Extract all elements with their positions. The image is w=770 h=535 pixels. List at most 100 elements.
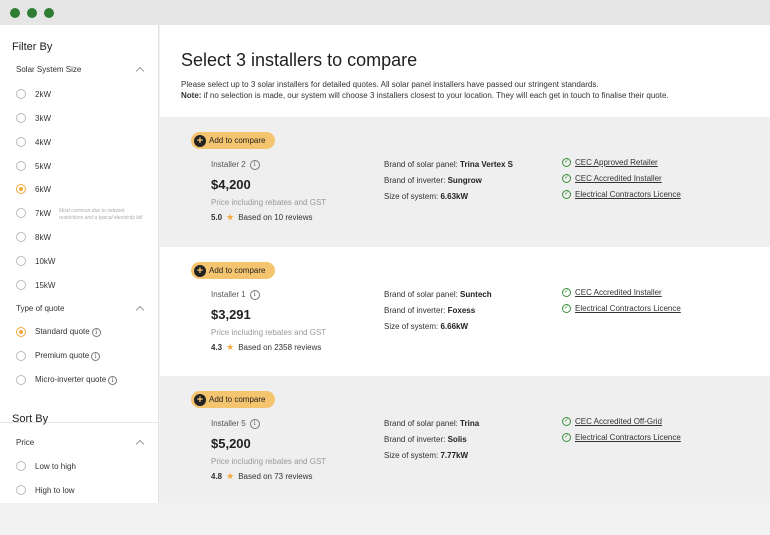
radio-icon[interactable] — [16, 461, 26, 471]
solar-size-hint: Most common due to network restrictions … — [59, 208, 143, 221]
spec-label: Brand of solar panel: — [384, 419, 461, 428]
radio-premium-quote[interactable]: Premium quote i — [16, 350, 101, 362]
cert-item[interactable]: ✓ Electrical Contractors Licence — [562, 304, 681, 313]
cert-item[interactable]: ✓ Electrical Contractors Licence — [562, 433, 681, 442]
radio-icon[interactable] — [16, 161, 26, 171]
radio-3kw[interactable]: 3kW — [16, 112, 51, 124]
add-to-compare-button[interactable]: + Add to compare — [191, 262, 275, 279]
radio-standard-quote[interactable]: Standard quote i — [16, 326, 101, 338]
cert-link[interactable]: CEC Approved Retailer — [575, 158, 658, 167]
check-circle-icon: ✓ — [562, 158, 571, 167]
info-icon[interactable]: i — [249, 290, 260, 300]
installer-name-text: Installer 2 — [211, 160, 246, 170]
info-icon[interactable]: i — [91, 327, 101, 337]
radio-5kw[interactable]: 5kW — [16, 160, 51, 172]
radio-8kw[interactable]: 8kW — [16, 231, 51, 243]
radio-icon[interactable] — [16, 208, 26, 218]
cert-link[interactable]: Electrical Contractors Licence — [575, 304, 681, 313]
chevron-up-icon[interactable] — [135, 66, 145, 76]
radio-icon[interactable] — [16, 280, 26, 290]
radio-icon[interactable] — [16, 485, 26, 495]
window-dot-icon[interactable] — [10, 8, 20, 18]
check-circle-icon: ✓ — [562, 190, 571, 199]
window-dot-icon[interactable] — [44, 8, 54, 18]
installer-name: Installer 1i — [211, 290, 260, 300]
radio-icon[interactable] — [16, 232, 26, 242]
spec-label: Brand of inverter: — [384, 176, 448, 185]
radio-6kw[interactable]: 6kW — [16, 183, 51, 195]
radio-icon[interactable] — [16, 256, 26, 266]
quote-type-heading[interactable]: Type of quote — [16, 304, 64, 313]
page-note: Note: if no selection is made, our syste… — [181, 91, 669, 100]
spec-label: Size of system: — [384, 192, 441, 201]
radio-4kw[interactable]: 4kW — [16, 136, 51, 148]
price-heading[interactable]: Price — [16, 438, 34, 447]
info-icon[interactable]: i — [249, 160, 260, 170]
installer-card: + Add to compare Installer 5i $5,200 Pric… — [160, 376, 770, 503]
installer-price: $4,200 — [211, 177, 251, 192]
installer-rating: 4.8 ★ Based on 73 reviews — [211, 471, 312, 482]
radio-icon[interactable] — [16, 89, 26, 99]
radio-icon[interactable] — [16, 113, 26, 123]
cert-item[interactable]: ✓ CEC Approved Retailer — [562, 158, 658, 167]
radio-icon[interactable] — [16, 137, 26, 147]
system-size: Size of system: 6.63kW — [384, 192, 468, 201]
radio-low-to-high[interactable]: Low to high — [16, 460, 76, 472]
info-icon[interactable]: i — [249, 419, 260, 429]
radio-2kw[interactable]: 2kW — [16, 88, 51, 100]
filter-sidebar: Filter By Solar System Size 2kW 3kW 4kW … — [0, 25, 159, 503]
check-circle-icon: ✓ — [562, 304, 571, 313]
review-count: Based on 73 reviews — [238, 472, 313, 481]
add-to-compare-button[interactable]: + Add to compare — [191, 391, 275, 408]
chevron-up-icon[interactable] — [135, 439, 145, 449]
cert-item[interactable]: ✓ Electrical Contractors Licence — [562, 190, 681, 199]
radio-micro-inverter-quote[interactable]: Micro-inverter quote i — [16, 374, 118, 386]
option-text: Micro-inverter quote — [35, 375, 107, 385]
cert-link[interactable]: Electrical Contractors Licence — [575, 433, 681, 442]
check-circle-icon: ✓ — [562, 417, 571, 426]
cert-link[interactable]: Electrical Contractors Licence — [575, 190, 681, 199]
option-label: Standard quote i — [35, 327, 101, 337]
installer-rating: 5.0 ★ Based on 10 reviews — [211, 212, 312, 223]
add-to-compare-label: Add to compare — [209, 395, 266, 404]
radio-icon[interactable] — [16, 375, 26, 385]
spec-label: Size of system: — [384, 322, 441, 331]
cert-link[interactable]: CEC Accredited Installer — [575, 174, 662, 183]
installer-price: $3,291 — [211, 307, 251, 322]
radio-10kw[interactable]: 10kW — [16, 255, 55, 267]
solar-size-heading[interactable]: Solar System Size — [16, 65, 81, 74]
add-to-compare-button[interactable]: + Add to compare — [191, 132, 275, 149]
info-icon[interactable]: i — [108, 375, 118, 385]
option-label: 3kW — [35, 113, 51, 123]
check-circle-icon: ✓ — [562, 288, 571, 297]
plus-icon: + — [194, 134, 206, 147]
cert-link[interactable]: CEC Accredited Off-Grid — [575, 417, 662, 426]
review-count: Based on 10 reviews — [238, 213, 313, 222]
option-label: 2kW — [35, 89, 51, 99]
cert-item[interactable]: ✓ CEC Accredited Installer — [562, 174, 662, 183]
option-label: 10kW — [35, 256, 56, 266]
cert-item[interactable]: ✓ CEC Accredited Off-Grid — [562, 417, 662, 426]
installer-price: $5,200 — [211, 436, 251, 451]
chevron-up-icon[interactable] — [135, 305, 145, 315]
radio-7kw[interactable]: 7kW — [16, 207, 51, 219]
radio-icon[interactable] — [16, 351, 26, 361]
option-label: Low to high — [35, 461, 76, 471]
cert-item[interactable]: ✓ CEC Accredited Installer — [562, 288, 662, 297]
page-header: Select 3 installers to compare Please se… — [160, 25, 770, 117]
cert-link[interactable]: CEC Accredited Installer — [575, 288, 662, 297]
radio-high-to-low[interactable]: High to low — [16, 484, 75, 496]
add-to-compare-label: Add to compare — [209, 136, 266, 145]
price-note: Price including rebates and GST — [211, 328, 327, 337]
sort-title: Sort By — [12, 413, 49, 425]
add-to-compare-label: Add to compare — [209, 266, 266, 275]
info-icon[interactable]: i — [91, 351, 101, 361]
star-icon: ★ — [226, 342, 235, 352]
window-dot-icon[interactable] — [27, 8, 37, 18]
radio-15kw[interactable]: 15kW — [16, 279, 55, 291]
radio-selected-icon[interactable] — [16, 184, 26, 194]
option-label: Premium quote i — [35, 351, 101, 361]
spec-label: Brand of solar panel: — [384, 160, 461, 169]
note-text: if no selection is made, our system will… — [201, 91, 669, 100]
radio-selected-icon[interactable] — [16, 327, 26, 337]
